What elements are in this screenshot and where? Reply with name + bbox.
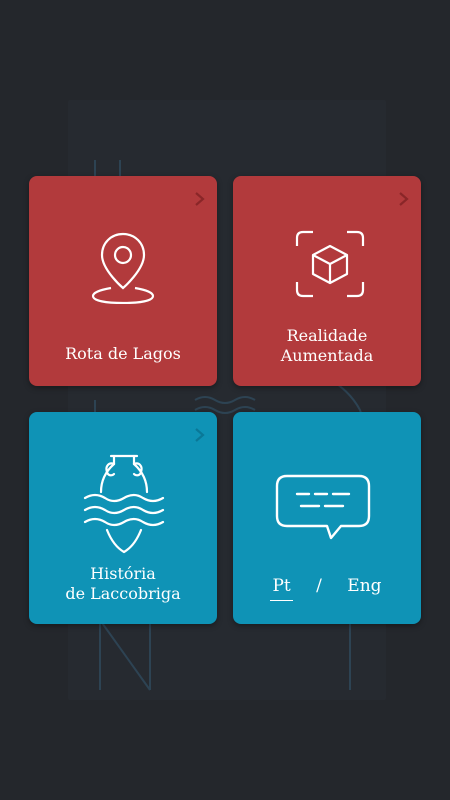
ar-tile-label-line2: Aumentada [280,346,374,365]
history-tile-label-line1: História [90,564,156,583]
augmented-reality-tile[interactable]: Realidade Aumentada [233,176,421,386]
route-tile[interactable]: Rota de Lagos [29,176,217,386]
history-tile[interactable]: História de Laccobriga [29,412,217,624]
language-selector: Pt / Eng [233,576,421,601]
chevron-right-icon [195,192,205,206]
chevron-right-icon [399,192,409,206]
amphora-waves-icon [83,454,165,554]
chevron-right-icon [195,428,205,442]
language-tile: Pt / Eng [233,412,421,624]
speech-bubble-icon [275,474,371,540]
language-pt-option[interactable]: Pt [270,576,293,601]
language-en-option[interactable]: Eng [345,576,383,600]
history-tile-label-line2: de Laccobriga [65,584,181,603]
background-logo-art [94,160,362,691]
map-pin-icon [91,232,155,304]
route-tile-label: Rota de Lagos [65,344,181,363]
ar-cube-icon [295,230,365,298]
ar-tile-label-line1: Realidade [286,326,368,345]
language-separator: / [316,576,322,596]
